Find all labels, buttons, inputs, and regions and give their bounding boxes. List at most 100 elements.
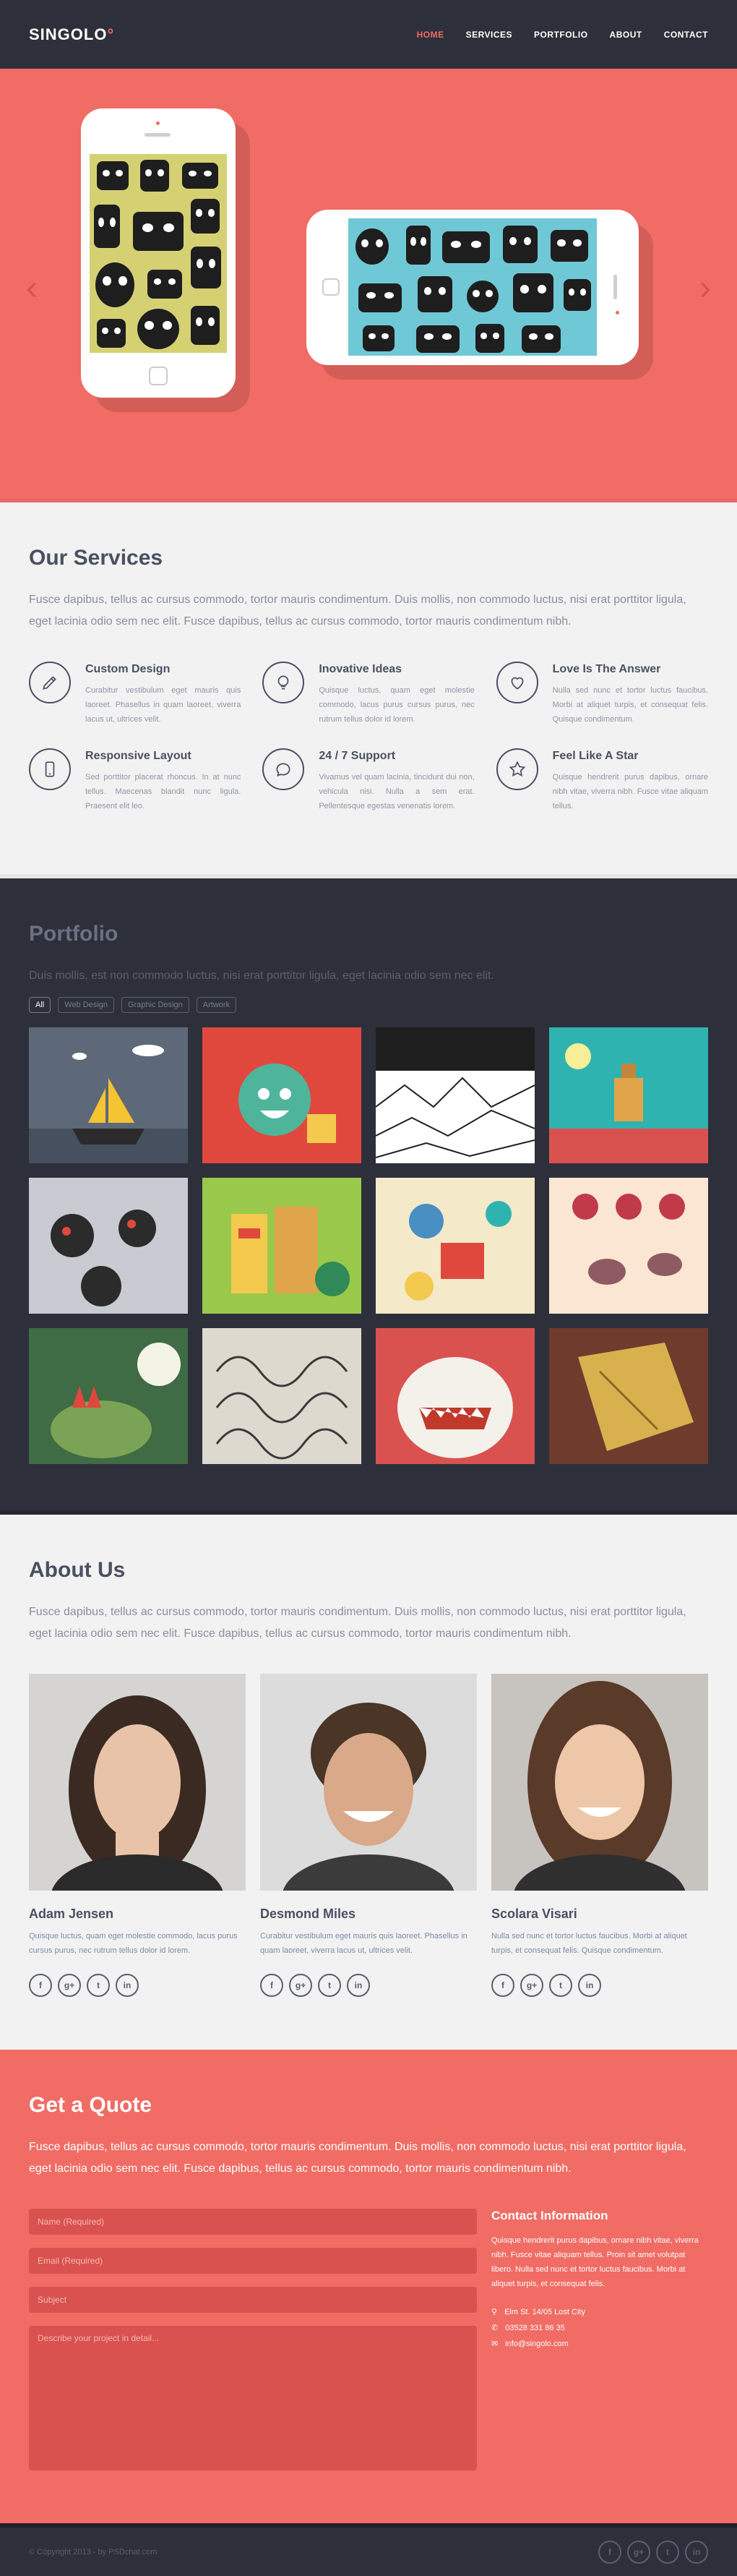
- portfolio-item-monsters[interactable]: [29, 1178, 188, 1314]
- lightbulb-icon: [262, 662, 305, 703]
- email-field[interactable]: Email (Required): [29, 2248, 477, 2274]
- service-text: Quisque hendrerit purus dapibus, ornare …: [552, 773, 708, 810]
- contact-email[interactable]: ✉ info@singolo.com: [491, 2336, 708, 2352]
- service-text: Curabitur vestibulum eget mauris quis la…: [85, 686, 241, 724]
- contact-title: Contact Information: [491, 2209, 608, 2222]
- member-name: Adam Jensen: [29, 1907, 114, 1921]
- twitter-icon[interactable]: t: [656, 2540, 679, 2564]
- quote-lead: Fusce dapibus, tellus ac cursus commodo,…: [29, 2141, 686, 2175]
- hero-slider: ‹ ›: [0, 69, 737, 502]
- quote-title: Get a Quote: [29, 2093, 152, 2117]
- phone-horizontal-screen: [348, 218, 597, 356]
- member-bio: Nulla sed nunc et tortor luctus faucibus…: [491, 1932, 687, 1955]
- team-member: Scolara Visari Nulla sed nunc et tortor …: [491, 1674, 708, 1997]
- chevron-left-icon[interactable]: ‹: [26, 271, 38, 306]
- member-socials: f g+ t in: [260, 1974, 477, 1997]
- avatar: [260, 1674, 477, 1891]
- linkedin-icon[interactable]: in: [347, 1974, 370, 1997]
- portfolio-item-sailboat[interactable]: [29, 1027, 188, 1163]
- service-text: Vivamus vel quam lacinia, tincidunt dui …: [319, 773, 475, 810]
- phone-icon: ✆: [491, 2324, 499, 2332]
- facebook-icon[interactable]: f: [491, 1974, 514, 1997]
- portfolio-item-lettering[interactable]: [202, 1328, 361, 1464]
- service-item: 24 / 7 Support Vivamus vel quam lacinia, …: [262, 748, 475, 813]
- site-footer: © Copyright 2013 - by PSDchat.com f g+ t…: [0, 2523, 737, 2576]
- portfolio-lead: Duis mollis, est non commodo luctus, nis…: [29, 970, 494, 982]
- filter-all[interactable]: All: [29, 997, 51, 1013]
- nav-contact[interactable]: CONTACT: [664, 30, 708, 40]
- service-title: Feel Like A Star: [552, 750, 639, 762]
- service-title: Responsive Layout: [85, 750, 191, 762]
- twitter-icon[interactable]: t: [549, 1974, 572, 1997]
- about-section: About Us Fusce dapibus, tellus ac cursus…: [0, 1515, 737, 2050]
- member-name: Scolara Visari: [491, 1907, 577, 1921]
- portfolio-item-robot-desert[interactable]: [549, 1027, 708, 1163]
- main-nav: HOME SERVICES PORTFOLIO ABOUT CONTACT: [417, 30, 708, 40]
- twitter-icon[interactable]: t: [318, 1974, 341, 1997]
- team-grid: Adam Jensen Quisque luctus, quam eget mo…: [29, 1674, 708, 1997]
- contact-info: Contact Information Quisque hendrerit pu…: [491, 2209, 708, 2470]
- star-icon: [496, 748, 538, 790]
- service-title: 24 / 7 Support: [319, 750, 396, 762]
- google-plus-icon[interactable]: g+: [289, 1974, 312, 1997]
- nav-portfolio[interactable]: PORTFOLIO: [534, 30, 588, 40]
- nav-services[interactable]: SERVICES: [466, 30, 512, 40]
- linkedin-icon[interactable]: in: [578, 1974, 601, 1997]
- portfolio-item-birds[interactable]: [549, 1178, 708, 1314]
- filter-artwork[interactable]: Artwork: [196, 997, 237, 1013]
- team-member: Adam Jensen Quisque luctus, quam eget mo…: [29, 1674, 246, 1997]
- about-title: About Us: [29, 1558, 126, 1582]
- service-item: Inovative Ideas Quisque luctus, quam eget…: [262, 662, 475, 727]
- services-lead: Fusce dapibus, tellus ac cursus commodo,…: [29, 594, 686, 628]
- service-title: Custom Design: [85, 663, 171, 675]
- nav-about[interactable]: ABOUT: [610, 30, 642, 40]
- contact-address: ⚲ Elm St. 14/05 Lost City: [491, 2304, 708, 2320]
- avatar: [491, 1674, 708, 1891]
- footer-socials: f g+ t in: [598, 2540, 708, 2564]
- service-item: Responsive Layout Sed porttitor placerat …: [29, 748, 241, 813]
- subject-field[interactable]: Subject: [29, 2287, 477, 2313]
- member-socials: f g+ t in: [491, 1974, 708, 1997]
- filter-web-design[interactable]: Web Design: [58, 997, 114, 1013]
- facebook-icon[interactable]: f: [598, 2540, 621, 2564]
- site-header: SINGOLO° HOME SERVICES PORTFOLIO ABOUT C…: [0, 0, 737, 69]
- portfolio-title: Portfolio: [29, 922, 118, 946]
- heart-icon: [496, 662, 538, 703]
- google-plus-icon[interactable]: g+: [627, 2540, 650, 2564]
- service-text: Quisque luctus, quam eget molestie commo…: [319, 686, 475, 724]
- google-plus-icon[interactable]: g+: [58, 1974, 81, 1997]
- phone-horizontal-image: [306, 210, 639, 365]
- quote-section: Get a Quote Fusce dapibus, tellus ac cur…: [0, 2050, 737, 2523]
- nav-home[interactable]: HOME: [417, 30, 444, 40]
- twitter-icon[interactable]: t: [87, 1974, 110, 1997]
- portfolio-item-character[interactable]: [202, 1027, 361, 1163]
- portfolio-grid: [29, 1027, 708, 1464]
- service-text: Sed porttitor placerat rhoncus. In at nu…: [85, 773, 241, 810]
- chevron-right-icon[interactable]: ›: [699, 271, 711, 306]
- portfolio-section: Portfolio Duis mollis, est non commodo l…: [0, 878, 737, 1515]
- services-section: Our Services Fusce dapibus, tellus ac cu…: [0, 502, 737, 878]
- portfolio-item-golden-paper[interactable]: [549, 1328, 708, 1464]
- portfolio-item-robots-colorful[interactable]: [376, 1178, 535, 1314]
- service-title: Love Is The Answer: [552, 663, 661, 675]
- linkedin-icon[interactable]: in: [685, 2540, 708, 2564]
- logo[interactable]: SINGOLO°: [29, 25, 114, 44]
- pencil-icon: [29, 662, 71, 703]
- facebook-icon[interactable]: f: [29, 1974, 52, 1997]
- portfolio-item-green-monster[interactable]: [29, 1328, 188, 1464]
- quote-form: Name (Required) Email (Required) Subject…: [29, 2209, 477, 2470]
- services-grid: Custom Design Curabitur vestibulum eget m…: [29, 662, 708, 813]
- phone-vertical-image: [81, 108, 236, 398]
- google-plus-icon[interactable]: g+: [520, 1974, 543, 1997]
- portfolio-filter: All Web Design Graphic Design Artwork: [29, 997, 708, 1013]
- portfolio-item-city-sketch[interactable]: [376, 1027, 535, 1163]
- facebook-icon[interactable]: f: [260, 1974, 283, 1997]
- services-title: Our Services: [29, 546, 163, 570]
- name-field[interactable]: Name (Required): [29, 2209, 477, 2235]
- portfolio-item-white-monster[interactable]: [376, 1328, 535, 1464]
- message-textarea[interactable]: Describe your project in detail...: [29, 2326, 477, 2470]
- smartphone-icon: [29, 748, 71, 790]
- filter-graphic-design[interactable]: Graphic Design: [121, 997, 189, 1013]
- portfolio-item-green-city[interactable]: [202, 1178, 361, 1314]
- linkedin-icon[interactable]: in: [116, 1974, 139, 1997]
